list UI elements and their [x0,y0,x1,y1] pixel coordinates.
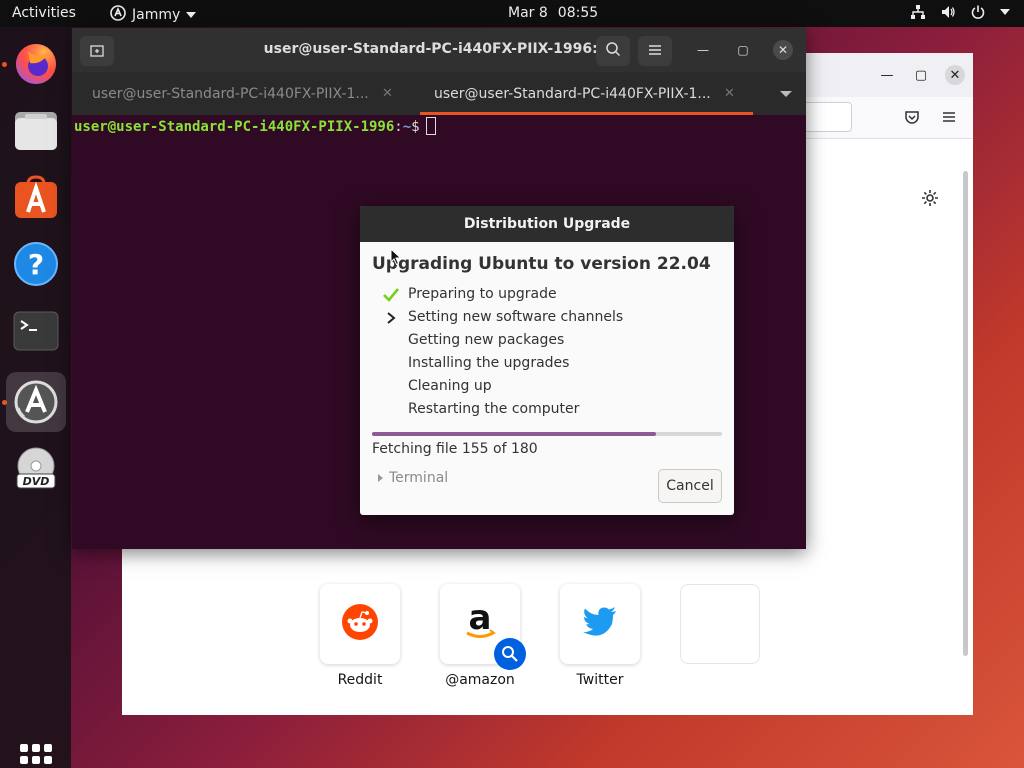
reddit-icon [341,603,379,645]
terminal-headerbar: user@user-Standard-PC-i440FX-PIIX-1996: … [72,28,806,72]
expander-arrow-icon [378,474,383,482]
dialog-title: Distribution Upgrade [360,206,734,242]
settings-gear-icon[interactable] [921,189,939,211]
url-bar[interactable] [802,102,852,132]
terminal-prompt[interactable]: user@user-Standard-PC-i440FX-PIIX-1996:~… [74,117,436,135]
search-icon [605,41,621,61]
upgrade-dialog: Distribution Upgrade Upgrading Ubuntu to… [360,206,734,515]
files-icon[interactable] [6,100,66,160]
mouse-pointer-icon [390,247,402,270]
expander-label: Terminal [389,470,449,486]
shortcut-label: Reddit [337,672,383,688]
show-applications-icon[interactable] [20,744,52,768]
software-updater-small-icon [110,5,126,25]
close-icon[interactable]: ✕ [724,86,735,101]
firefox-icon[interactable] [6,33,66,93]
chevron-right-icon [382,309,400,327]
tab-label: user@user-Standard-PC-i440FX-PIIX-1... [434,85,711,102]
chevron-down-icon[interactable] [780,91,792,97]
chevron-down-icon [1000,9,1010,15]
terminal-expander[interactable]: Terminal [378,470,448,486]
shortcut-amazon[interactable]: a @amazon [440,584,526,688]
svg-text:?: ? [28,248,44,281]
terminal-icon[interactable] [6,301,66,361]
hamburger-menu-icon [648,42,662,61]
dock: ? DVD [0,27,71,768]
shortcut-tile[interactable] [680,584,760,664]
shortcut-twitter[interactable]: Twitter [560,584,640,688]
maximize-icon[interactable]: ▢ [733,40,753,60]
menu-button[interactable] [638,36,672,66]
search-badge-icon [494,638,526,674]
upgrade-steps: Preparing to upgrade Setting new softwar… [382,286,623,424]
checkmark-icon [382,286,400,304]
shortcut-tile[interactable]: a [440,584,526,670]
network-icon [910,4,926,20]
tab-label: user@user-Standard-PC-i440FX-PIIX-1... [92,85,369,102]
chevron-down-icon [186,12,197,18]
shortcut-tile[interactable] [320,584,400,664]
close-icon[interactable]: ✕ [773,40,793,60]
shortcut-reddit[interactable]: Reddit [320,584,400,688]
prompt-user: user@user-Standard-PC-i440FX-PIIX-1996 [74,119,395,135]
maximize-icon[interactable]: ▢ [911,65,931,85]
progress-fill [372,432,656,436]
close-icon[interactable]: ✕ [382,86,393,101]
terminal-tabbar: user@user-Standard-PC-i440FX-PIIX-1... ✕… [72,72,806,115]
step-item: Getting new packages [382,332,623,355]
status-text: Fetching file 155 of 180 [372,441,538,457]
power-icon [970,4,986,20]
dialog-heading: Upgrading Ubuntu to version 22.04 [372,254,711,274]
terminal-tab-active[interactable]: user@user-Standard-PC-i440FX-PIIX-1... ✕ [414,72,759,115]
close-icon[interactable]: ✕ [945,65,965,85]
help-icon[interactable]: ? [6,234,66,294]
text-cursor [425,117,436,135]
terminal-tab[interactable]: user@user-Standard-PC-i440FX-PIIX-1... ✕ [72,72,417,115]
progress-bar [372,432,722,436]
hamburger-menu-icon[interactable] [942,109,956,128]
svg-text:DVD: DVD [23,475,50,488]
prompt-path: ~ [402,119,412,135]
software-center-icon[interactable] [6,167,66,227]
scrollbar[interactable] [963,171,968,656]
step-label: Preparing to upgrade [408,286,557,302]
minimize-icon[interactable]: — [693,40,713,60]
clock[interactable]: Mar 8 08:55 [508,5,598,21]
software-updater-icon[interactable] [6,372,66,432]
top-bar: Activities Jammy Mar 8 08:55 [0,0,1024,27]
clock-date: Mar 8 [508,5,548,21]
shortcut-label: @amazon [445,672,515,688]
twitter-icon [583,607,617,641]
step-label: Setting new software channels [408,309,624,325]
volume-icon [940,4,956,20]
step-item: Cleaning up [382,378,623,401]
step-item: Preparing to upgrade [382,286,623,309]
step-label: Getting new packages [408,332,565,348]
system-tray[interactable] [910,4,1010,20]
shortcut-tile[interactable] [560,584,640,664]
app-menu[interactable]: Jammy [110,5,197,25]
step-item: Installing the upgrades [382,355,623,378]
search-button[interactable] [596,36,630,66]
dvd-icon[interactable]: DVD [6,439,66,499]
minimize-icon[interactable]: — [877,65,897,85]
activities-button[interactable]: Activities [12,5,76,21]
pocket-icon[interactable] [904,109,920,129]
step-label: Installing the upgrades [408,355,570,371]
shortcut-label: Twitter [576,672,624,688]
clock-time: 08:55 [557,5,599,21]
step-item: Restarting the computer [382,401,623,424]
cancel-button[interactable]: Cancel [658,469,722,503]
shortcut-empty[interactable] [680,584,760,672]
step-item: Setting new software channels [382,309,623,332]
app-menu-label: Jammy [132,7,181,23]
step-label: Cleaning up [408,378,492,394]
prompt-sign: $ [411,119,420,135]
step-label: Restarting the computer [408,401,580,417]
svg-text:a: a [469,602,492,638]
